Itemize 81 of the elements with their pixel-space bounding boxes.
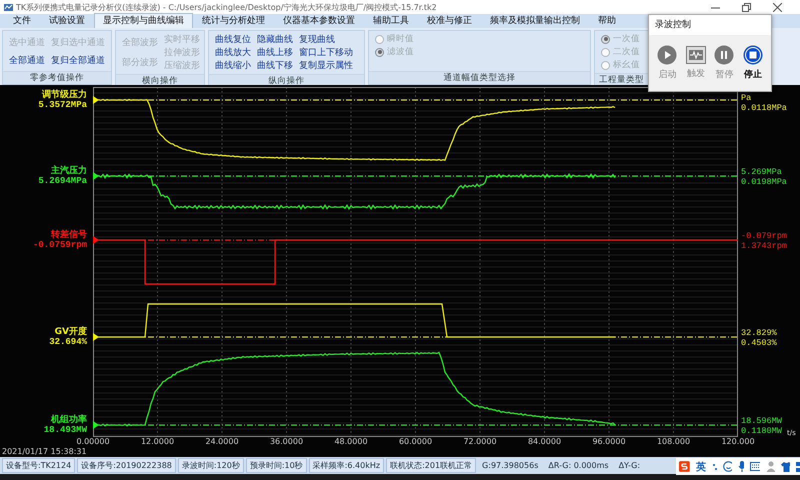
scale-bottom-value: 0.0118MPa [741,103,787,113]
smiley-icon[interactable] [722,461,732,472]
status-text: 采样频率:6.40kHz [308,458,384,473]
status-text: G:97.398056s [481,460,540,472]
status-text: 设备型号:TK2124 [2,458,76,473]
waveform-box-icon [686,46,706,64]
scale-bottom-value: 0.1180MW [741,426,782,436]
pause-icon [714,45,734,65]
menu-tab[interactable]: 校准与修正 [418,13,481,28]
scale-top-value: 32.829% [741,328,777,338]
axis-tick-label: 24.0000 [204,437,240,447]
keyboard-icon[interactable] [750,462,760,471]
scale-top-value: 5.269MPa [741,167,783,177]
status-text: ΔR-G: 0.000ms [547,460,610,472]
channel-value: -0.0759rpm [32,240,87,250]
stop-icon [742,45,763,65]
restore-icon[interactable] [742,2,751,12]
record-button[interactable]: 停止 [742,45,763,81]
scale-top-value: -0.079rpm [741,231,787,241]
ribbon-button[interactable]: 窗口上下移动 [299,46,353,59]
scale-bottom-value: 1.3743rpm [741,241,787,251]
ribbon-button[interactable]: 复现曲线 [299,33,353,46]
play-icon [657,45,678,65]
axis-tick-label: 0.00000 [75,437,111,447]
axis-tick-label: 108.000 [656,437,692,447]
axis-tick-label: 12.0000 [140,437,176,447]
scale-bottom-value: 0.4503% [741,338,777,348]
menu-tab[interactable]: 试验设置 [40,13,94,28]
axis-tick-label: 72.0000 [462,437,498,447]
menu-tab[interactable]: 显示控制与曲线编辑 [94,13,193,28]
shirt-icon[interactable] [780,462,790,472]
ribbon-button[interactable]: 曲线缩小 [215,59,251,72]
ribbon-button[interactable]: 曲线复位 [215,33,251,46]
menu-tab[interactable]: 辅助工具 [364,13,418,28]
status-text: 设备序号:20190222388 [77,458,176,473]
timestamp: 2021/01/17 15:38:31 [1,447,88,457]
panel-title: 录波控制 [649,15,771,35]
ribbon-button[interactable]: 全部通道 [9,54,45,66]
ime-language[interactable]: 英 [696,460,706,474]
status-text: 预录时间:10秒 [246,458,307,473]
group-caption: 通道幅值类型选择 [369,71,590,84]
channel-name: 主汽压力 [51,166,87,176]
channel-name: GV开度 [54,327,87,337]
channel-name: 转差信号 [51,230,87,240]
status-text: ΔY-G: [618,460,642,472]
axis-tick-label: 84.0000 [526,437,562,447]
ribbon-button[interactable]: 隐藏曲线 [257,33,293,46]
status-text: 联机状态:201联机正常 [386,458,476,473]
menu-tab[interactable]: 统计与分析处理 [193,13,274,28]
channel-value: 32.694% [49,337,87,347]
scale-bottom-value: 0.0198MPa [741,177,787,187]
menu-tab[interactable]: 帮助 [589,13,625,28]
group-caption: 工程量类型 [595,73,648,86]
menu-tab[interactable]: 频率及模拟量输出控制 [481,13,589,28]
channel-value: 5.2694MPa [38,176,87,186]
axis-tick-label: 96.0000 [591,437,627,447]
axis-tick-label: 120.000 [720,437,756,447]
window-title: TK系列便携式电量记录分析仪(连续录波) - C:/Users/jackinglee/Desktop/宁海光大环保垃圾电厂/阀控模式-15.7r.tk2 [16,2,438,12]
channel-name: 机组功率 [51,415,87,425]
channel-value: 18.493MW [44,425,87,435]
scale-top-value: Pa [741,93,752,103]
menu-tab[interactable]: 仪器基本参数设置 [274,13,364,28]
ime-logo-icon[interactable] [679,460,690,473]
channel-name: 调节级压力 [42,90,87,100]
group-caption: 零参考值操作 [3,71,111,84]
ribbon-button[interactable]: 曲线下移 [257,59,293,72]
ribbon-button[interactable]: 曲线放大 [215,46,251,59]
channel-value: 5.3572MPa [38,100,87,110]
menu-tab[interactable]: 文件 [4,13,40,28]
status-text: 录波时间:120秒 [178,458,244,473]
scale-top-value: 18.596MW [741,416,782,426]
microphone-icon[interactable] [738,461,744,472]
ribbon-button[interactable]: 复制显示属性 [299,59,353,72]
punctuation-icon[interactable] [712,462,717,470]
ribbon-button[interactable]: 复归全部通道 [51,54,105,66]
axis-tick-label: 60.0000 [398,437,434,447]
ribbon-button[interactable]: 曲线上移 [257,46,293,59]
axis-tick-label: 36.0000 [268,437,304,447]
app-icon [4,2,13,12]
close-icon[interactable] [773,2,782,12]
axis-tick-label: 48.0000 [333,437,369,447]
